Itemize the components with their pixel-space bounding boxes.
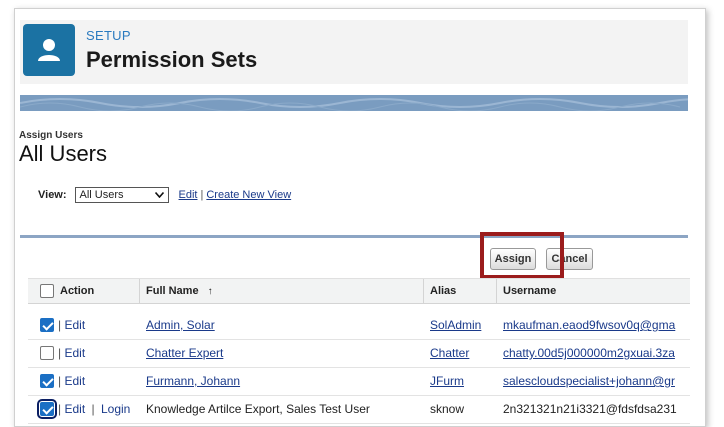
full-name-header-label: Full Name (146, 285, 199, 297)
header-alias[interactable]: Alias (430, 279, 456, 303)
assign-users-label: Assign Users (19, 130, 83, 141)
row-actions: | Edit (58, 339, 85, 367)
full-name-link[interactable]: Admin, Solar (146, 311, 416, 339)
row-checkbox[interactable] (40, 318, 54, 332)
header-action: Action (60, 285, 95, 297)
full-name-link[interactable]: Furmann, Johann (146, 367, 416, 395)
select-all-checkbox[interactable] (40, 284, 54, 298)
header-username[interactable]: Username (503, 279, 556, 303)
page-title: Permission Sets (86, 47, 258, 72)
create-new-view-link[interactable]: Create New View (206, 189, 291, 201)
full-name-text: Knowledge Artilce Export, Sales Test Use… (146, 402, 370, 416)
username-link[interactable]: mkaufman.eaod9fwsov0q@gma (503, 311, 690, 339)
username-text: 2n321321n21i3321@fdsfdsa231 (503, 402, 677, 416)
view-label: View: (38, 189, 67, 201)
alias-link[interactable]: Chatter (430, 339, 492, 367)
decorative-banner (20, 95, 688, 111)
username-link[interactable]: chatty.00d5j000000m2gxuai.3za (503, 339, 690, 367)
action-separator: | (58, 402, 62, 416)
sort-ascending-icon: ↑ (207, 286, 213, 297)
row-checkbox[interactable] (40, 374, 54, 388)
edit-link[interactable]: Edit (64, 374, 85, 388)
table-row: | Edit Furmann, Johann JFurm salesclouds… (28, 367, 690, 396)
edit-link[interactable]: Edit (64, 318, 85, 332)
header-full-name[interactable]: Full Name ↑ (146, 279, 213, 303)
action-separator: | (58, 318, 62, 332)
chevron-down-icon (154, 189, 164, 201)
panel-top-border (20, 235, 688, 238)
table-row: | Edit | Login Knowledge Artilce Export,… (28, 395, 690, 424)
highlight-box (480, 232, 564, 279)
action-separator: | (91, 402, 95, 416)
alias-link[interactable]: SolAdmin (430, 311, 492, 339)
column-divider (496, 279, 497, 303)
action-separator: | (58, 374, 62, 388)
login-link[interactable]: Login (101, 402, 130, 416)
view-links: Edit | Create New View (179, 189, 292, 201)
username-link[interactable]: salescloudspecialist+johann@gr (503, 367, 690, 395)
user-icon (23, 24, 75, 76)
edit-link[interactable]: Edit (64, 346, 85, 360)
edit-view-link[interactable]: Edit (179, 189, 198, 201)
setup-label: SETUP (86, 28, 131, 43)
alias-text: sknow (430, 402, 465, 416)
action-separator: | (58, 346, 62, 360)
full-name-link[interactable]: Chatter Expert (146, 339, 416, 367)
row-actions: | Edit | Login (58, 395, 130, 423)
row-actions: | Edit (58, 311, 85, 339)
column-divider (139, 279, 140, 303)
view-select[interactable]: All Users (74, 187, 169, 203)
edit-link[interactable]: Edit (64, 402, 85, 416)
row-checkbox[interactable] (37, 399, 57, 419)
table-row: | Edit Chatter Expert Chatter chatty.00d… (28, 339, 690, 368)
column-divider (423, 279, 424, 303)
section-title: All Users (19, 141, 108, 166)
link-separator: | (200, 189, 204, 201)
row-actions: | Edit (58, 367, 85, 395)
view-select-value: All Users (79, 189, 124, 201)
view-row: View: All Users Edit | Create New View (38, 187, 291, 203)
row-checkbox[interactable] (40, 346, 54, 360)
alias-link[interactable]: JFurm (430, 367, 492, 395)
table-row: | Edit Admin, Solar SolAdmin mkaufman.ea… (28, 311, 690, 340)
table-header: Action Full Name ↑ Alias Username (28, 278, 690, 304)
